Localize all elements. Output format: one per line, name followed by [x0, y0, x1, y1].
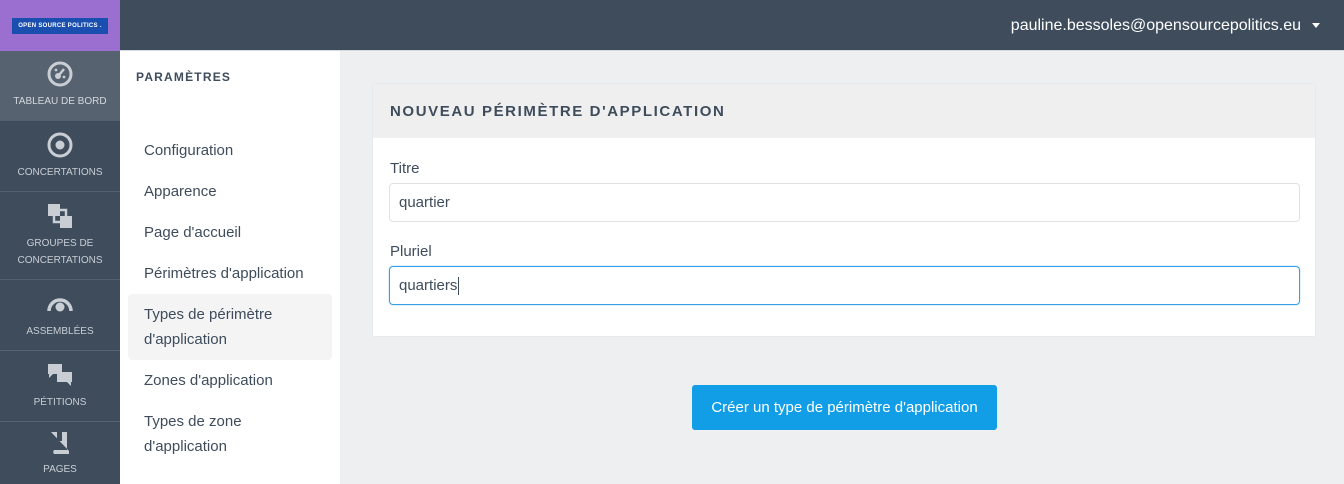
- settings-sidebar: PARAMÈTRES Configuration Apparence Page …: [120, 51, 340, 484]
- card-header: NOUVEAU PÉRIMÈTRE D'APPLICATION: [373, 84, 1315, 138]
- settings-sidebar-title: PARAMÈTRES: [136, 70, 232, 84]
- rail-item-petitions[interactable]: PÉTITIONS: [0, 351, 120, 422]
- dashboard-icon: [47, 61, 73, 87]
- assembly-icon: [47, 297, 73, 311]
- settings-item-homepage[interactable]: Page d'accueil: [128, 220, 332, 245]
- settings-item-areas[interactable]: Zones d'application: [128, 368, 332, 393]
- organization-logo[interactable]: OPEN SOURCE POLITICS .: [0, 0, 120, 51]
- book-icon: [51, 431, 69, 454]
- rail-item-dashboard[interactable]: TABLEAU DE BORD: [0, 51, 120, 121]
- rail-item-pages[interactable]: PAGES: [0, 422, 120, 484]
- plural-field-label: Pluriel: [390, 243, 432, 260]
- logo-text: OPEN SOURCE POLITICS .: [12, 17, 108, 34]
- settings-item-configuration[interactable]: Configuration: [128, 138, 332, 163]
- rail-item-label: CONCERTATIONS: [17, 166, 103, 178]
- title-input-value: quartier: [399, 194, 450, 211]
- title-field-label: Titre: [390, 160, 420, 177]
- rail-item-label: GROUPES DE CONCERTATIONS: [17, 237, 103, 266]
- rail-item-label: PÉTITIONS: [33, 396, 87, 408]
- create-scope-type-button[interactable]: Créer un type de périmètre d'application: [692, 385, 997, 430]
- user-email: pauline.bessoles@opensourcepolitics.eu: [1010, 16, 1301, 34]
- target-icon: [47, 132, 73, 157]
- form-title: NOUVEAU PÉRIMÈTRE D'APPLICATION: [390, 102, 726, 120]
- settings-item-appearance[interactable]: Apparence: [128, 179, 332, 204]
- main-navigation-rail: OPEN SOURCE POLITICS . TABLEAU DE BORD C…: [0, 0, 120, 484]
- settings-item-scope-types[interactable]: Types de périmètre d'application: [128, 294, 332, 360]
- rail-item-label: TABLEAU DE BORD: [13, 96, 107, 107]
- top-bar: pauline.bessoles@opensourcepolitics.eu: [120, 0, 1344, 51]
- layers-icon: [48, 203, 72, 228]
- settings-item-scopes[interactable]: Périmètres d'application: [128, 261, 332, 286]
- text-cursor: [458, 276, 460, 295]
- rail-item-label: ASSEMBLÉES: [26, 325, 94, 337]
- rail-item-label: PAGES: [43, 463, 77, 475]
- rail-item-process-groups[interactable]: GROUPES DE CONCERTATIONS: [0, 192, 120, 280]
- new-scope-type-form: NOUVEAU PÉRIMÈTRE D'APPLICATION Titre qu…: [372, 83, 1316, 337]
- title-input[interactable]: quartier: [389, 183, 1300, 222]
- settings-item-area-types[interactable]: Types de zone d'application: [128, 409, 332, 459]
- rail-item-assemblies[interactable]: ASSEMBLÉES: [0, 280, 120, 351]
- plural-input[interactable]: quartiers: [389, 266, 1300, 305]
- plural-input-value: quartiers: [399, 277, 458, 294]
- rail-item-concertations[interactable]: CONCERTATIONS: [0, 121, 120, 192]
- user-menu[interactable]: pauline.bessoles@opensourcepolitics.eu: [1011, 0, 1320, 51]
- settings-menu: Configuration Apparence Page d'accueil P…: [128, 138, 332, 459]
- caret-down-icon: [1312, 23, 1320, 28]
- chat-icon: [48, 363, 72, 386]
